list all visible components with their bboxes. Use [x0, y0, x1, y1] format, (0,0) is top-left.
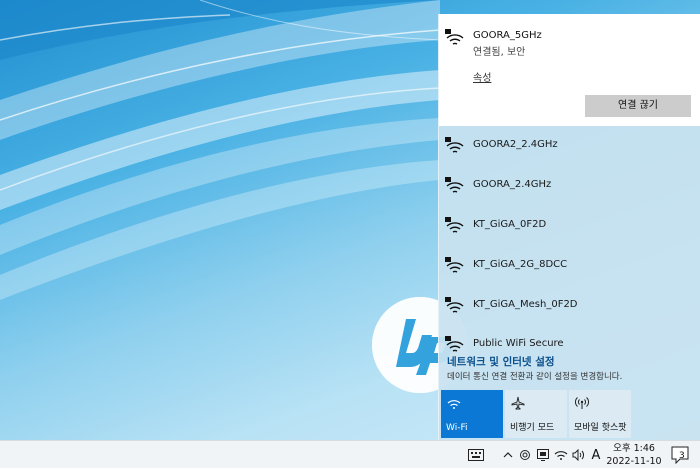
show-hidden-icons-button[interactable] [500, 441, 516, 468]
wifi-icon [447, 395, 461, 414]
quick-action-label: Wi-Fi [446, 423, 468, 433]
network-ssid: GOORA_2.4GHz [473, 179, 552, 190]
network-tray-button[interactable] [553, 441, 569, 468]
wifi-secured-icon [445, 297, 465, 315]
input-method-button[interactable]: A [588, 441, 604, 468]
airplane-icon [511, 395, 525, 414]
network-ssid: GOORA2_2.4GHz [473, 139, 558, 150]
action-center-button[interactable]: 3 [671, 446, 691, 465]
network-item[interactable]: KT_GiGA_Mesh_0F2D [439, 286, 700, 326]
airplane-mode-tile[interactable]: 비행기 모드 [505, 390, 567, 438]
touch-keyboard-icon [468, 449, 484, 461]
volume-icon [572, 449, 586, 461]
network-item[interactable]: Public WiFi Secure [439, 325, 700, 355]
taskbar: A 오후 1:46 2022-11-10 [0, 440, 700, 468]
clock-date: 2022-11-10 [606, 456, 662, 467]
network-item[interactable]: GOORA2_2.4GHz [439, 126, 700, 166]
hotspot-icon [575, 395, 589, 414]
wifi-secured-icon [445, 336, 465, 354]
disconnect-button[interactable]: 연결 끊기 [585, 95, 691, 117]
notification-count: 3 [679, 451, 685, 461]
quick-action-label: 비행기 모드 [510, 423, 555, 433]
taskbar-clock[interactable]: 오후 1:46 2022-11-10 [604, 442, 664, 468]
clock-time: 오후 1:46 [613, 443, 655, 454]
connected-ssid: GOORA_5GHz [473, 30, 542, 41]
wifi-secured-icon [445, 217, 465, 235]
input-method-indicator: A [591, 447, 601, 463]
network-ssid: KT_GiGA_Mesh_0F2D [473, 299, 578, 310]
display-icon [537, 449, 549, 461]
volume-button[interactable] [571, 441, 587, 468]
mobile-hotspot-tile[interactable]: 모바일 핫스팟 [569, 390, 631, 438]
network-settings-link[interactable]: 네트워크 및 인터넷 설정 [447, 354, 555, 369]
wifi-toggle-tile[interactable]: Wi-Fi [441, 390, 503, 438]
wifi-secured-icon [445, 257, 465, 275]
meet-now-icon [519, 449, 531, 461]
touch-keyboard-button[interactable] [464, 441, 488, 468]
network-ssid: KT_GiGA_2G_8DCC [473, 259, 568, 270]
properties-link[interactable]: 속성 [473, 69, 491, 84]
wifi-secured-icon [445, 177, 465, 195]
network-ssid: KT_GiGA_0F2D [473, 219, 547, 230]
wifi-flyout: GOORA_5GHz 연결됨, 보안 속성 연결 끊기 GOORA2_2.4GH… [438, 14, 700, 440]
network-item[interactable]: GOORA_2.4GHz [439, 166, 700, 206]
network-settings-description: 데이터 통신 연결 전환과 같이 설정을 변경합니다. [447, 372, 623, 382]
wifi-icon [554, 449, 568, 461]
network-item[interactable]: KT_GiGA_2G_8DCC [439, 246, 700, 286]
chevron-up-icon [503, 451, 513, 459]
network-ssid: Public WiFi Secure [473, 338, 564, 349]
connected-network[interactable]: GOORA_5GHz 연결됨, 보안 속성 연결 끊기 [439, 14, 700, 126]
network-item[interactable]: KT_GiGA_0F2D [439, 206, 700, 246]
wifi-secured-icon [445, 137, 465, 155]
display-button[interactable] [535, 441, 551, 468]
meet-now-button[interactable] [517, 441, 533, 468]
connection-status: 연결됨, 보안 [473, 47, 526, 58]
wifi-secured-icon [445, 29, 465, 47]
quick-action-label: 모바일 핫스팟 [574, 423, 627, 433]
